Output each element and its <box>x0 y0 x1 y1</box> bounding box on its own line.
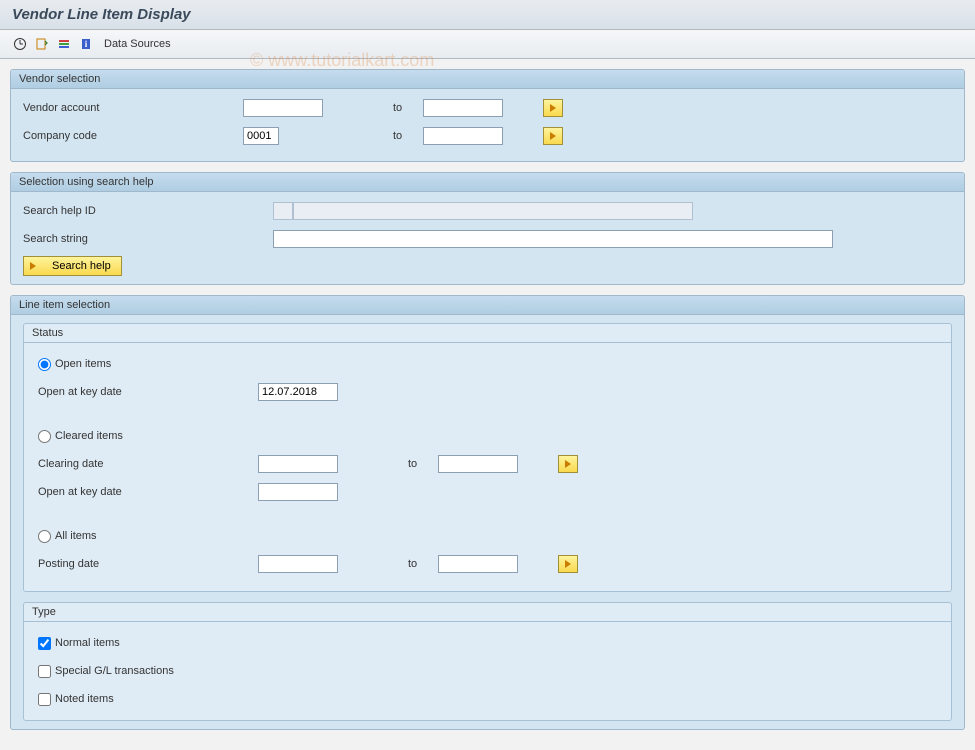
open-at-key-date2-label: Open at key date <box>38 486 258 498</box>
normal-items-label: Normal items <box>55 637 120 649</box>
vendor-selection-header: Vendor selection <box>11 70 964 89</box>
vendor-account-from-input[interactable] <box>243 99 323 117</box>
search-string-input[interactable] <box>273 230 833 248</box>
open-items-radio[interactable] <box>38 358 51 371</box>
vendor-account-multi-button[interactable] <box>543 99 563 117</box>
search-help-id-short[interactable] <box>273 202 293 220</box>
search-string-label: Search string <box>23 233 273 245</box>
title-bar: Vendor Line Item Display <box>0 0 975 30</box>
posting-date-label: Posting date <box>38 558 258 570</box>
company-code-from-input[interactable] <box>243 127 279 145</box>
type-group: Type Normal items Special G/L transactio… <box>23 602 952 721</box>
search-help-id-label: Search help ID <box>23 205 273 217</box>
main-content: Vendor selection Vendor account to Compa… <box>0 59 975 750</box>
search-help-id-input[interactable] <box>293 202 693 220</box>
toolbar: i Data Sources <box>0 30 975 59</box>
special-gl-label: Special G/L transactions <box>55 665 174 677</box>
line-item-selection-group: Line item selection Status Open items Op… <box>10 295 965 730</box>
open-at-key-date-input[interactable] <box>258 383 338 401</box>
to-label: to <box>408 458 428 470</box>
noted-items-label: Noted items <box>55 693 114 705</box>
open-items-label: Open items <box>55 358 111 370</box>
search-help-button[interactable]: Search help <box>23 256 122 276</box>
to-label: to <box>408 558 428 570</box>
variant-icon[interactable] <box>32 34 52 54</box>
cleared-items-label: Cleared items <box>55 430 123 442</box>
clearing-date-from-input[interactable] <box>258 455 338 473</box>
to-label: to <box>393 130 413 142</box>
clearing-date-multi-button[interactable] <box>558 455 578 473</box>
to-label: to <box>393 102 413 114</box>
normal-items-checkbox[interactable] <box>38 637 51 650</box>
search-help-group: Selection using search help Search help … <box>10 172 965 285</box>
special-gl-checkbox[interactable] <box>38 665 51 678</box>
vendor-selection-group: Vendor selection Vendor account to Compa… <box>10 69 965 162</box>
company-code-to-input[interactable] <box>423 127 503 145</box>
open-at-key-date-label: Open at key date <box>38 386 258 398</box>
all-items-radio[interactable] <box>38 530 51 543</box>
arrow-right-icon <box>565 560 571 568</box>
clearing-date-to-input[interactable] <box>438 455 518 473</box>
vendor-account-label: Vendor account <box>23 102 243 114</box>
line-item-selection-header: Line item selection <box>11 296 964 315</box>
search-help-header: Selection using search help <box>11 173 964 192</box>
status-header: Status <box>24 324 951 343</box>
arrow-right-icon <box>565 460 571 468</box>
company-code-multi-button[interactable] <box>543 127 563 145</box>
choose-icon[interactable] <box>54 34 74 54</box>
arrow-right-icon <box>550 132 556 140</box>
execute-icon[interactable] <box>10 34 30 54</box>
noted-items-checkbox[interactable] <box>38 693 51 706</box>
all-items-label: All items <box>55 530 97 542</box>
arrow-right-icon <box>30 262 36 270</box>
posting-date-from-input[interactable] <box>258 555 338 573</box>
type-header: Type <box>24 603 951 622</box>
info-icon[interactable]: i <box>76 34 96 54</box>
data-sources-label[interactable]: Data Sources <box>104 38 171 50</box>
posting-date-multi-button[interactable] <box>558 555 578 573</box>
company-code-label: Company code <box>23 130 243 142</box>
status-group: Status Open items Open at key date Clear… <box>23 323 952 592</box>
posting-date-to-input[interactable] <box>438 555 518 573</box>
vendor-account-to-input[interactable] <box>423 99 503 117</box>
arrow-right-icon <box>550 104 556 112</box>
clearing-date-label: Clearing date <box>38 458 258 470</box>
open-at-key-date2-input[interactable] <box>258 483 338 501</box>
search-help-button-label: Search help <box>52 260 111 272</box>
cleared-items-radio[interactable] <box>38 430 51 443</box>
page-title: Vendor Line Item Display <box>12 6 191 23</box>
